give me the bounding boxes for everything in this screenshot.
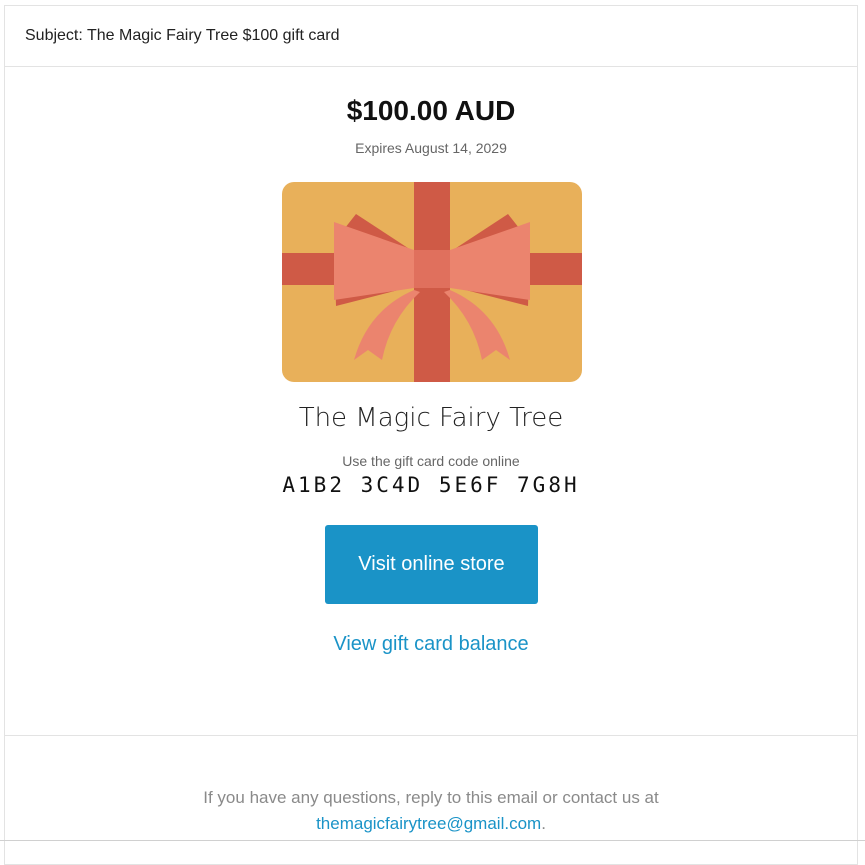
footer-divider [5,735,857,736]
gift-code-label: Use the gift card code online [342,453,520,469]
gift-card-expiry: Expires August 14, 2029 [355,140,507,156]
email-frame: Subject: The Magic Fairy Tree $100 gift … [4,5,858,865]
email-subject: Subject: The Magic Fairy Tree $100 gift … [5,6,857,67]
view-balance-link[interactable]: View gift card balance [5,633,857,656]
visit-online-store-button[interactable]: Visit online store [325,525,538,604]
contact-email-link[interactable]: themagicfairytree@gmail.com [316,814,541,833]
store-name: The Magic Fairy Tree [298,403,564,433]
footer-help: If you have any questions, reply to this… [5,785,857,837]
gift-card-amount: $100.00 AUD [346,95,516,126]
footer-help-text: If you have any questions, reply to this… [203,788,659,807]
footer-period: . [541,814,546,833]
gift-card-code: A1B2 3C4D 5E6F 7G8H [282,473,580,497]
gift-card-image [282,182,582,382]
viewport-bottom-edge [0,840,865,841]
